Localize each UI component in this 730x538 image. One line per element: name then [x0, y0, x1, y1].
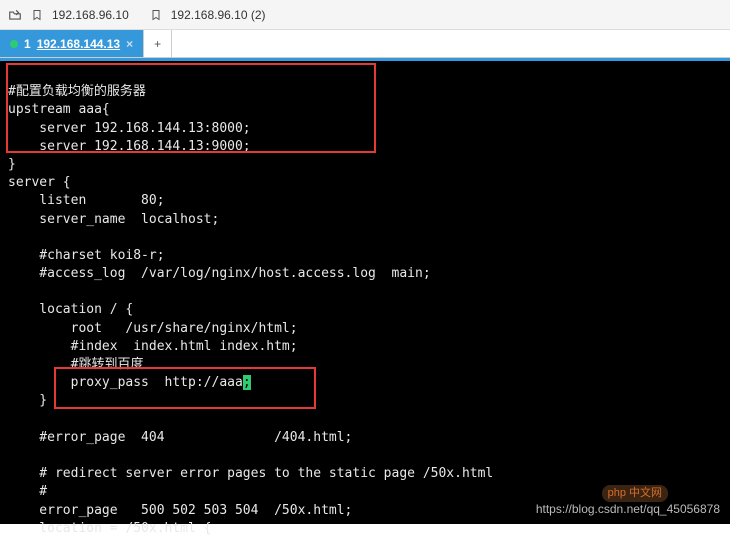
code-line: #跳转到百度: [8, 357, 143, 372]
bookmark-label-2[interactable]: 192.168.96.10 (2): [171, 8, 266, 22]
watermark-logo: php 中文网: [602, 485, 668, 502]
bookmark-icon[interactable]: [30, 8, 44, 22]
code-line: listen 80;: [8, 193, 165, 208]
folder-arrow-icon[interactable]: [8, 8, 22, 22]
bookmark-icon[interactable]: [149, 8, 163, 22]
code-line: #charset koi8-r;: [8, 248, 165, 263]
code-line: location = /50x.html {: [8, 521, 212, 536]
code-line: location / {: [8, 302, 133, 317]
code-line: upstream aaa{: [8, 102, 110, 117]
terminal-output[interactable]: #配置负载均衡的服务器 upstream aaa{ server 192.168…: [0, 61, 730, 524]
code-line: proxy_pass http://aaa: [8, 375, 243, 390]
plus-icon: +: [154, 37, 161, 51]
toolbar: 192.168.96.10 192.168.96.10 (2): [0, 0, 730, 30]
code-line: root /usr/share/nginx/html;: [8, 321, 298, 336]
code-line: #index index.html index.htm;: [8, 339, 298, 354]
close-icon[interactable]: ×: [126, 37, 133, 51]
bookmark-label-1[interactable]: 192.168.96.10: [52, 8, 129, 22]
status-dot-icon: [10, 40, 18, 48]
tab-index: 1: [24, 37, 31, 51]
code-line: server_name localhost;: [8, 212, 219, 227]
tab-label: 192.168.144.13: [37, 37, 120, 51]
watermark-url: https://blog.csdn.net/qq_45056878: [536, 501, 720, 518]
code-line: #配置负载均衡的服务器: [8, 84, 146, 99]
tab-bar: 1 192.168.144.13 × +: [0, 30, 730, 58]
code-line: }: [8, 393, 47, 408]
code-line: error_page 500 502 503 504 /50x.html;: [8, 503, 352, 518]
code-line: server {: [8, 175, 71, 190]
tab-session-active[interactable]: 1 192.168.144.13 ×: [0, 30, 144, 57]
code-line: #error_page 404 /404.html;: [8, 430, 352, 445]
code-line: server 192.168.144.13:9000;: [8, 139, 251, 154]
code-line: #access_log /var/log/nginx/host.access.l…: [8, 266, 431, 281]
code-line: # redirect server error pages to the sta…: [8, 466, 493, 481]
terminal-cursor: ;: [243, 375, 251, 390]
code-line: }: [8, 157, 16, 172]
code-line: server 192.168.144.13:8000;: [8, 121, 251, 136]
tab-add-button[interactable]: +: [144, 30, 172, 57]
code-line: #: [8, 484, 47, 499]
